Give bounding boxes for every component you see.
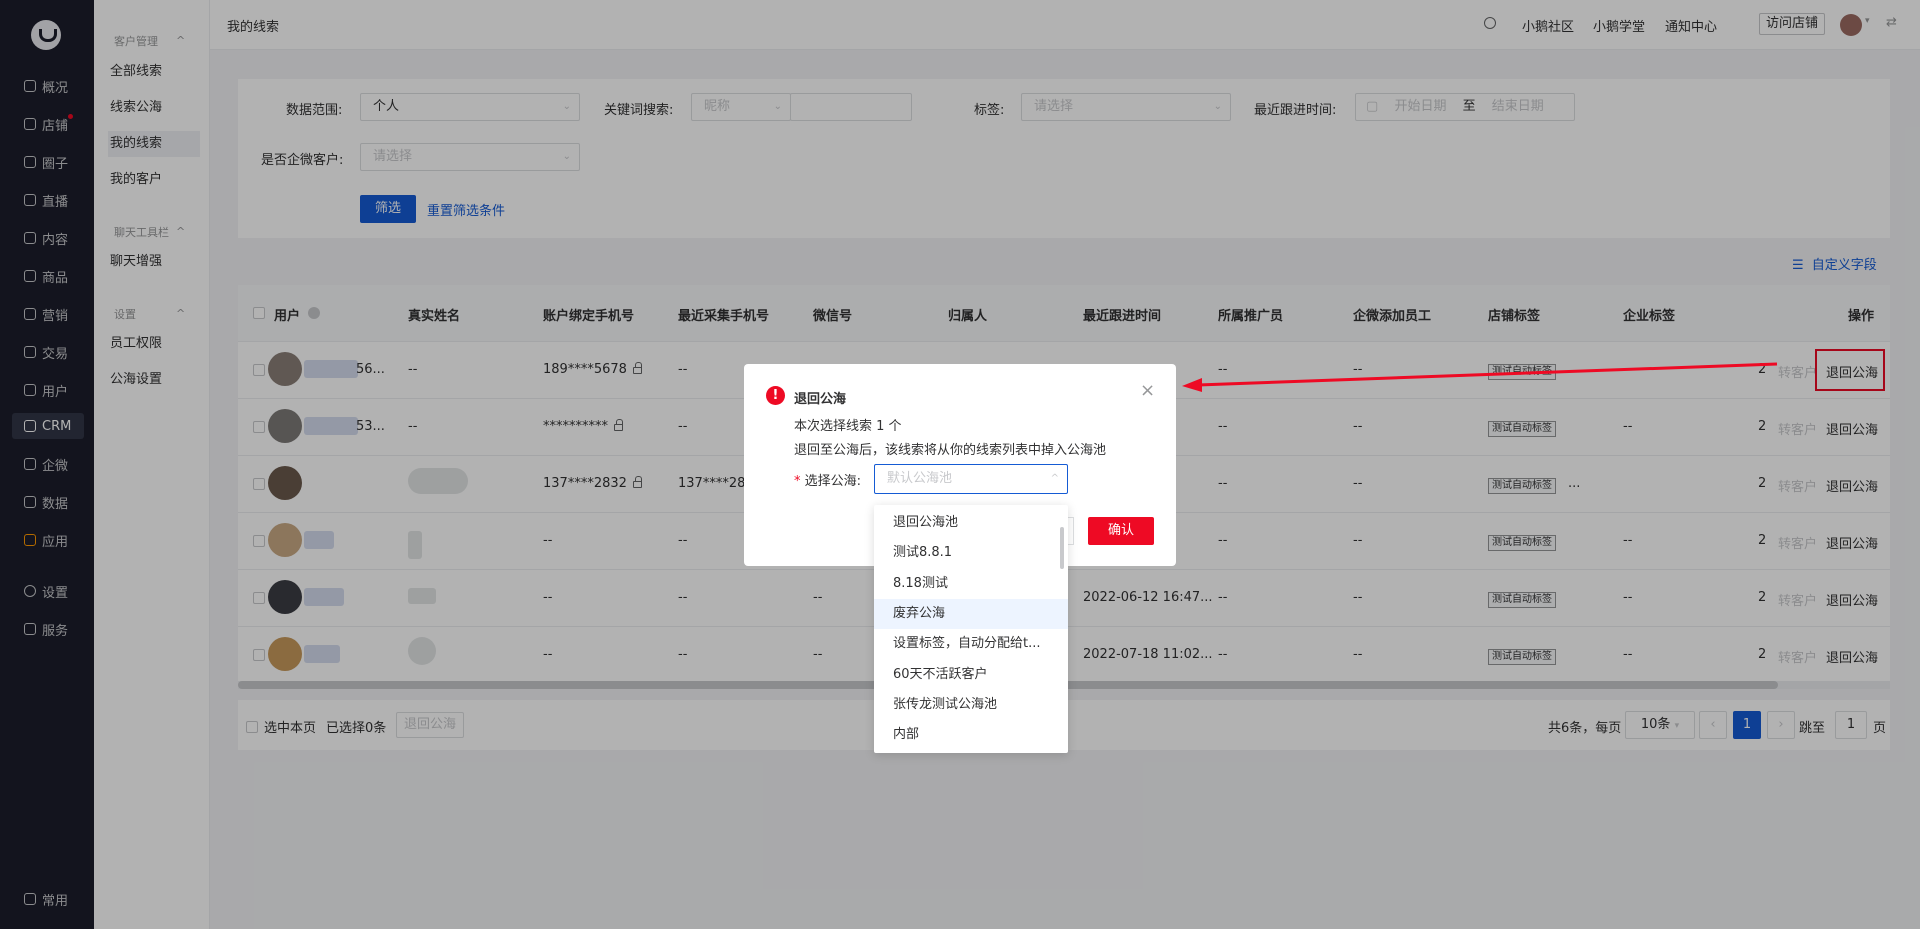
dialog-title: 退回公海 [794,392,847,407]
option-818-test[interactable]: 8.18测试 [874,569,1068,599]
option-inactive-60[interactable]: 60天不活跃客户 [874,660,1068,690]
close-icon[interactable]: × [1140,380,1155,401]
public-pool-dropdown: 退回公海池 测试8.8.1 8.18测试 废弃公海 设置标签，自动分配给t...… [874,505,1068,753]
dialog-description: 退回至公海后，该线索将从你的线索列表中掉入公海池 [794,443,1107,458]
required-mark: * [794,474,801,489]
dropdown-scrollbar[interactable] [1060,527,1064,569]
public-pool-select[interactable]: 默认公海池 ^ [874,464,1068,494]
option-internal[interactable]: 内部 [874,720,1068,750]
annotation-arrow [1182,362,1778,392]
dialog-count: 本次选择线索 1 个 [794,419,902,434]
select-public-label: * 选择公海: [794,474,862,489]
warning-icon: ! [766,386,785,405]
option-auto-assign[interactable]: 设置标签，自动分配给t... [874,629,1068,659]
cancel-button-edge[interactable] [1068,517,1074,545]
option-abandoned[interactable]: 废弃公海 [874,599,1068,629]
option-zhang-test[interactable]: 张传龙测试公海池 [874,690,1068,720]
option-test-881[interactable]: 测试8.8.1 [874,538,1068,568]
chevron-up-icon: ^ [1050,473,1059,484]
confirm-button[interactable]: 确认 [1088,517,1154,545]
option-return-pool[interactable]: 退回公海池 [874,508,1068,538]
